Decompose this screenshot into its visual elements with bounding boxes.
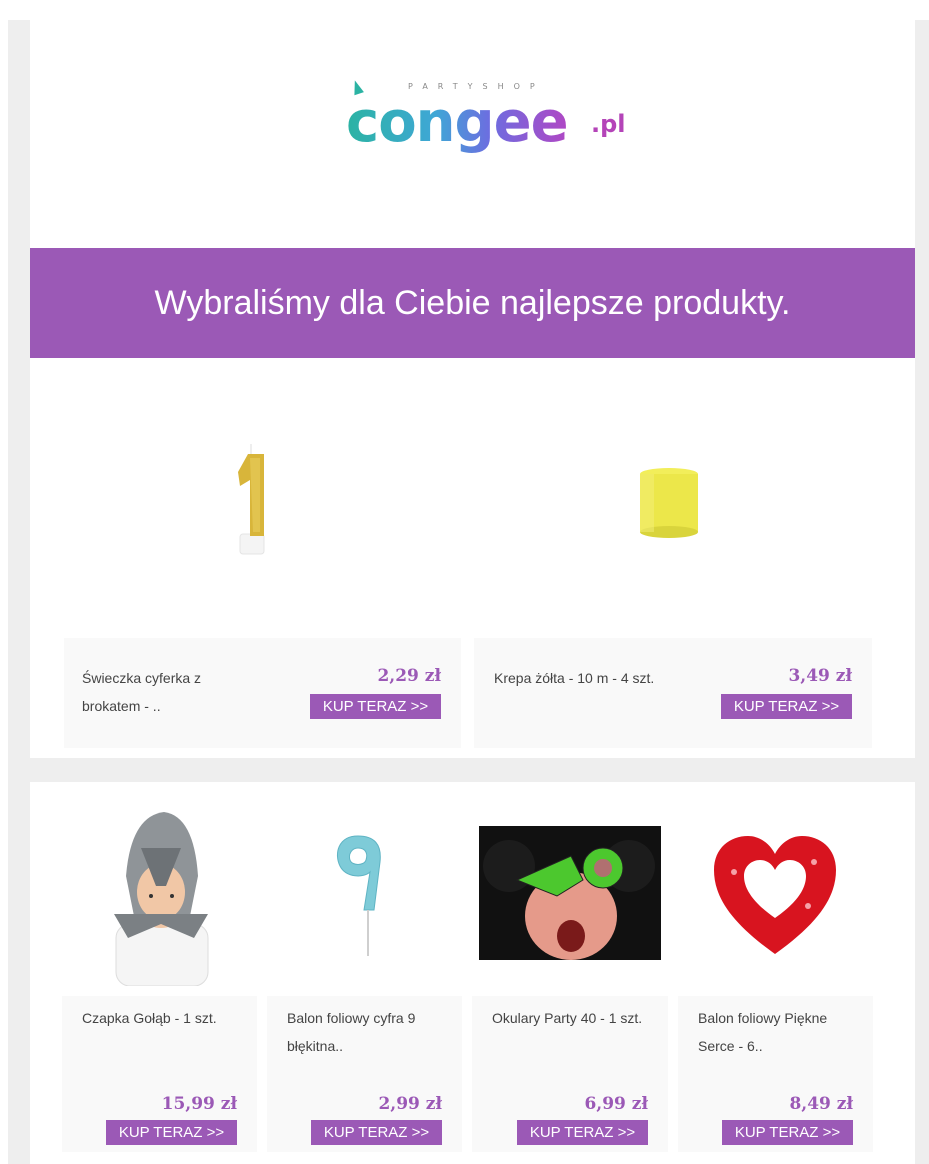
product-price: 2,99 zł (378, 1094, 442, 1114)
product-card-1: Czapka Gołąb - 1 szt. 15,99 zł KUP TERAZ… (62, 996, 257, 1152)
featured-product-2: Krepa żółta - 10 m - 4 szt. 3,49 zł KUP … (474, 638, 872, 748)
product-name[interactable]: Krepa żółta - 10 m - 4 szt. (494, 664, 714, 692)
party-glasses-40-image[interactable] (479, 826, 661, 960)
heart-balloon-image[interactable] (710, 832, 840, 958)
bottom-card: Czapka Gołąb - 1 szt. 15,99 zł KUP TERAZ… (30, 782, 915, 1164)
banner-title: Wybraliśmy dla Ciebie najlepsze produkty… (154, 283, 791, 322)
logo-wordmark: congee (346, 88, 569, 158)
product-price: 15,99 zł (161, 1094, 237, 1114)
product-price: 3,49 zł (788, 666, 852, 686)
product-price: 2,29 zł (377, 666, 441, 686)
pigeon-hat-image[interactable] (86, 806, 236, 986)
buy-now-button[interactable]: KUP TERAZ >> (311, 1120, 442, 1145)
buy-now-button[interactable]: KUP TERAZ >> (721, 694, 852, 719)
promo-banner: Wybraliśmy dla Ciebie najlepsze produkty… (30, 248, 915, 358)
email-background: PARTYSHOP congee .pl Wybraliśmy dla Cieb… (8, 20, 929, 1164)
buy-now-button[interactable]: KUP TERAZ >> (517, 1120, 648, 1145)
product-price: 8,49 zł (789, 1094, 853, 1114)
product-card-4: Balon foliowy Piękne Serce - 6.. 8,49 zł… (678, 996, 873, 1152)
product-card-3: Okulary Party 40 - 1 szt. 6,99 zł KUP TE… (472, 996, 668, 1152)
yellow-crepe-image[interactable] (635, 466, 703, 542)
buy-now-button[interactable]: KUP TERAZ >> (722, 1120, 853, 1145)
congee-logo[interactable]: PARTYSHOP congee .pl (346, 78, 636, 168)
product-name[interactable]: Balon foliowy cyfra 9 błękitna.. (287, 1004, 447, 1060)
candle-number-1-image[interactable] (220, 438, 290, 558)
product-name[interactable]: Balon foliowy Piękne Serce - 6.. (698, 1004, 858, 1060)
buy-now-button[interactable]: KUP TERAZ >> (106, 1120, 237, 1145)
top-card: PARTYSHOP congee .pl Wybraliśmy dla Cieb… (30, 20, 915, 758)
balloon-number-9-image[interactable] (328, 832, 388, 962)
product-name[interactable]: Czapka Gołąb - 1 szt. (82, 1004, 242, 1032)
buy-now-button[interactable]: KUP TERAZ >> (310, 694, 441, 719)
product-name[interactable]: Okulary Party 40 - 1 szt. (492, 1004, 652, 1032)
product-price: 6,99 zł (584, 1094, 648, 1114)
featured-product-1: Świeczka cyferka z brokatem - .. 2,29 zł… (64, 638, 461, 748)
logo-suffix: .pl (591, 110, 626, 138)
product-card-2: Balon foliowy cyfra 9 błękitna.. 2,99 zł… (267, 996, 462, 1152)
product-name[interactable]: Świeczka cyferka z brokatem - .. (82, 664, 262, 720)
